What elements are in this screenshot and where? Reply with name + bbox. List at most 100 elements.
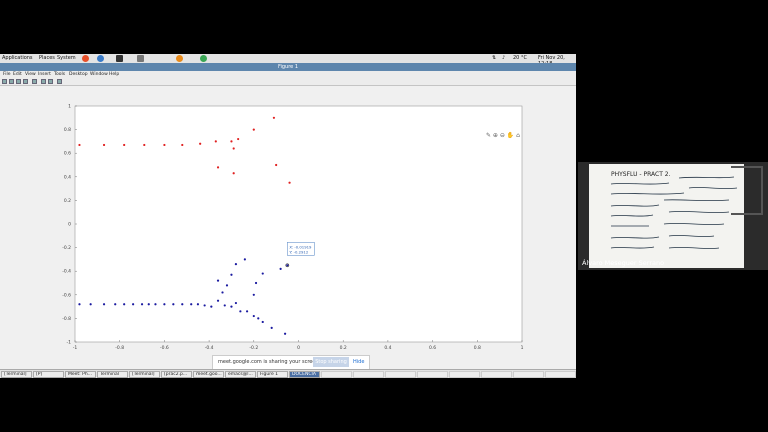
colorbar-icon[interactable] [41, 79, 46, 84]
x-tick-label: 0 [297, 345, 300, 351]
thunderbird-icon[interactable] [97, 55, 104, 62]
menu-window[interactable]: Window [90, 72, 108, 77]
blue-data-point [181, 303, 184, 306]
blue-data-point [230, 273, 233, 276]
chrome-icon[interactable] [200, 55, 207, 62]
hide-button[interactable]: Hide [353, 359, 364, 365]
board-frame [731, 166, 763, 215]
new-figure-icon[interactable] [2, 79, 7, 84]
taskbar-item[interactable]: [Terminal] [1, 371, 32, 378]
webcam-tile: PHYSFLU - PRACT 2. Álvaro Meseguer Serra… [578, 162, 768, 270]
blue-data-point [123, 303, 126, 306]
red-data-point [230, 140, 233, 143]
x-tick-label: 1 [521, 345, 524, 351]
system-menu[interactable]: System [57, 55, 76, 61]
y-tick-label: -1 [67, 340, 72, 346]
taskbar-item[interactable]: Meet: Ph... [65, 371, 96, 378]
blue-data-point [223, 304, 226, 307]
terminal-icon[interactable] [116, 55, 123, 62]
x-tick-label: 0.4 [384, 345, 391, 351]
menu-help[interactable]: Help [109, 72, 119, 77]
taskbar: [Terminal] [P] Meet: Ph... Terminal [Termina… [0, 369, 576, 378]
taskbar-item[interactable]: Terminal [97, 371, 128, 378]
blue-data-point [230, 305, 233, 308]
volume-icon[interactable]: ♪ [502, 55, 505, 61]
red-data-point [216, 166, 220, 169]
firefox-icon[interactable] [82, 55, 89, 62]
blue-data-point [270, 326, 273, 329]
red-data-point [232, 172, 235, 175]
x-tick-label: -0.4 [205, 345, 214, 351]
blue-data-point [254, 281, 258, 285]
save-icon[interactable] [16, 79, 21, 84]
y-tick-label: -0.8 [62, 316, 71, 322]
print-icon[interactable] [23, 79, 28, 84]
blue-data-point [279, 267, 282, 270]
menu-edit[interactable]: Edit [13, 72, 22, 77]
taskbar-item[interactable] [417, 371, 448, 378]
stop-sharing-button[interactable]: Stop sharing [313, 357, 349, 367]
x-tick-label: -0.6 [160, 345, 169, 351]
taskbar-item[interactable]: [P] [33, 371, 64, 378]
weather-label[interactable]: 20 °C [513, 55, 527, 61]
taskbar-item[interactable] [513, 371, 544, 378]
places-menu[interactable]: Places [39, 55, 55, 61]
blue-data-point [78, 303, 81, 306]
taskbar-item[interactable] [449, 371, 480, 378]
whiteboard-video: PHYSFLU - PRACT 2. [589, 164, 744, 268]
red-data-point [143, 143, 146, 147]
blue-data-point [216, 279, 220, 282]
y-tick-label: 0 [68, 222, 71, 228]
taskbar-item[interactable] [481, 371, 512, 378]
red-data-point [288, 181, 291, 184]
blue-data-point [261, 320, 264, 324]
edit-plot-icon[interactable] [32, 79, 37, 84]
window-title: Figure 1 [0, 63, 576, 71]
taskbar-item[interactable] [321, 371, 352, 378]
applications-menu[interactable]: Applications [2, 55, 33, 61]
menu-view[interactable]: View [25, 72, 36, 77]
taskbar-item[interactable] [353, 371, 384, 378]
taskbar-item[interactable]: emacs@l... [225, 371, 256, 378]
board-title: PHYSFLU - PRACT 2. [611, 171, 671, 178]
blue-data-point [234, 301, 238, 305]
blue-data-point [243, 258, 246, 261]
blue-data-point [203, 304, 206, 307]
red-data-point [181, 143, 184, 147]
blue-data-point [252, 293, 255, 296]
axes-toolbar[interactable]: ✎ ⊕ ⊖ ✋ ⌂ [486, 132, 520, 139]
figure-menubar: File Edit View Insert Tools Desktop Wind… [0, 71, 576, 78]
dock-icon[interactable] [57, 79, 62, 84]
x-tick-label: 0.2 [340, 345, 347, 351]
taskbar-item[interactable]: Figure 1 [257, 371, 288, 378]
network-icon[interactable]: ⇅ [492, 55, 496, 61]
taskbar-item[interactable]: DOCENCIA [289, 371, 320, 378]
shared-screen: Applications Places System ⇅ ♪ 20 °C Fri… [0, 54, 576, 378]
y-tick-label: -0.4 [62, 269, 71, 275]
red-data-point [252, 128, 255, 131]
red-data-point [123, 143, 126, 147]
red-data-point [102, 143, 106, 147]
taskbar-item[interactable]: meet.goo... [193, 371, 224, 378]
menu-desktop[interactable]: Desktop [69, 72, 88, 77]
blue-data-point [190, 303, 193, 306]
menu-file[interactable]: File [3, 72, 11, 77]
taskbar-item[interactable]: [Terminal] [129, 371, 160, 378]
taskbar-item[interactable] [385, 371, 416, 378]
y-tick-label: -0.6 [62, 292, 71, 298]
menu-tools[interactable]: Tools [54, 72, 65, 77]
vlc-icon[interactable] [176, 55, 183, 62]
red-data-point [199, 142, 202, 145]
red-data-point [163, 143, 166, 147]
files-icon[interactable] [137, 55, 144, 62]
taskbar-item[interactable] [545, 371, 576, 378]
menu-insert[interactable]: Insert [38, 72, 51, 77]
legend-icon[interactable] [48, 79, 53, 84]
open-icon[interactable] [9, 79, 14, 84]
participant-name: Álvaro Meseguer Serrano [582, 259, 665, 267]
taskbar-item[interactable]: [prac2.p... [161, 371, 192, 378]
blue-data-point [132, 303, 135, 306]
scatter-plot: -1 -0.8 -0.6 -0.4 -0.2 0 0.2 0.4 0.6 0.8 1 1 0.8 0.6 0… [62, 104, 524, 352]
y-tick-label: -0.2 [62, 245, 71, 251]
blue-data-point [234, 263, 238, 266]
